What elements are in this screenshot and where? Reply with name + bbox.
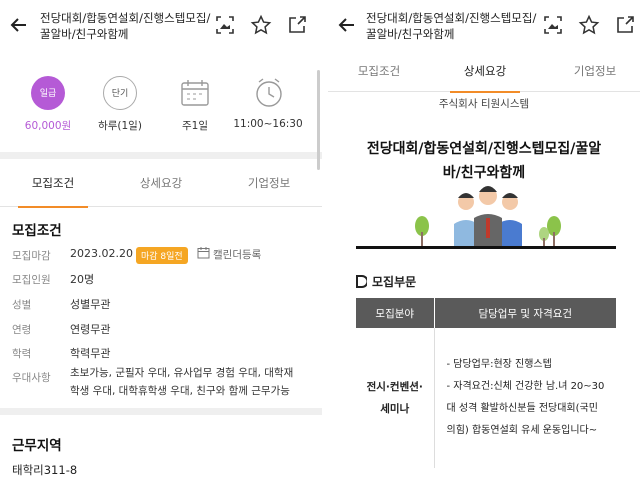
title-line-2: 꿀알바/친구와함께 — [366, 27, 455, 41]
period-badge-label: 단기 — [111, 89, 129, 99]
hours-value: 11:00~16:30 — [233, 118, 303, 130]
preference-line-1: 초보가능, 군필자 우대, 유사업무 경험 우대, 대학재 — [70, 367, 294, 379]
table-cell-field: 전시·컨벤션· 세미나 — [356, 328, 435, 468]
section-marker-icon — [356, 275, 367, 288]
wage-value: 60,000원 — [24, 120, 72, 132]
recruit-table: 모집분야 담당업무 및 자격요건 전시·컨벤션· 세미나 - 담당업무:현장 진… — [356, 298, 616, 468]
back-arrow-icon[interactable] — [8, 14, 30, 36]
section-divider — [0, 408, 322, 415]
share-icon[interactable] — [286, 14, 308, 36]
gender-value: 성별무관 — [70, 298, 111, 311]
staff-illustration — [408, 186, 568, 248]
left-screen: 전당대회/합동연설회/진행스텝모집/ 꿀알바/친구와함께 일급 60,000원 … — [0, 0, 322, 479]
page-title: 전당대회/합동연설회/진행스텝모집/ 꿀알바/친구와함께 — [366, 10, 536, 42]
work-address: 태학리311-8 — [12, 463, 78, 477]
title-line-1: 전당대회/합동연설회/진행스텝모집/ — [366, 11, 537, 25]
preference-value: 초보가능, 군필자 우대, 유사업무 경험 우대, 대학재 학생 우대, 대학휴… — [70, 364, 316, 400]
deadline-value: 2023.02.20 — [70, 247, 133, 260]
days-value: 주1일 — [181, 120, 208, 132]
deadline-badge: 마감 8일전 — [136, 247, 188, 264]
tab-recruit[interactable]: 모집조건 — [10, 159, 96, 208]
recruit-section-title: 모집조건 — [12, 223, 62, 239]
preference-label: 우대사항 — [12, 372, 51, 384]
page-title: 전당대회/합동연설회/진행스텝모집/ 꿀알바/친구와함께 — [40, 10, 210, 42]
company-name: 주식회사 티원시스템 — [438, 98, 530, 110]
education-label: 학력 — [12, 348, 32, 360]
age-value: 연령무관 — [70, 323, 111, 336]
app-header: 전당대회/합동연설회/진행스텝모집/ 꿀알바/친구와함께 — [0, 0, 322, 56]
right-tab-bar: 모집조건 상세요강 기업정보 — [328, 50, 640, 93]
screenshot-icon[interactable] — [542, 14, 564, 36]
education-value: 학력무관 — [70, 347, 111, 360]
section-divider — [0, 152, 322, 159]
headcount-value: 20명 — [70, 273, 95, 286]
app-header: 전당대회/합동연설회/진행스텝모집/ 꿀알바/친구와함께 — [328, 0, 640, 56]
field-line-2: 세미나 — [380, 403, 410, 415]
left-tab-bar: 모집조건 상세요강 기업정보 — [0, 159, 322, 208]
clock-icon — [256, 78, 282, 107]
calendar-register-link[interactable]: 캘린더등록 — [213, 247, 261, 262]
wage-badge-label: 일급 — [39, 89, 57, 99]
right-screen: 전당대회/합동연설회/진행스텝모집/ 꿀알바/친구와함께 모집조건 상세요강 기… — [328, 0, 640, 479]
share-icon[interactable] — [614, 14, 636, 36]
poster-title-line-2: 바/친구와함께 — [442, 165, 526, 181]
calendar-add-icon[interactable] — [197, 246, 210, 259]
summary-period: 단기 하루(1일) — [85, 76, 155, 132]
work-area-title: 근무지역 — [12, 438, 62, 454]
screenshot-icon[interactable] — [214, 14, 236, 36]
section-title: 모집부문 — [372, 275, 417, 289]
summary-wage: 일급 60,000원 — [13, 76, 83, 132]
tab-recruit[interactable]: 모집조건 — [336, 50, 422, 92]
field-line-1: 전시·컨벤션· — [366, 381, 423, 393]
table-header-duties: 담당업무 및 자격요건 — [434, 298, 616, 328]
star-icon[interactable] — [578, 14, 600, 36]
tab-details[interactable]: 상세요강 — [118, 159, 204, 207]
short-term-icon: 단기 — [103, 76, 137, 110]
poster-title-line-1: 전당대회/합동연설회/진행스텝모집/꿀알 — [366, 141, 602, 157]
duty-line: 대 성격 활발하신분들 전당대회(국민 — [446, 403, 598, 414]
tab-company[interactable]: 기업정보 — [226, 159, 312, 207]
age-label: 연령 — [12, 324, 32, 336]
gender-label: 성별 — [12, 299, 32, 311]
tab-details[interactable]: 상세요강 — [442, 50, 528, 93]
duty-line: - 자격요건:신체 건강한 남.녀 20~30 — [446, 381, 605, 392]
title-line-1: 전당대회/합동연설회/진행스텝모집/ — [40, 11, 211, 25]
duty-line: - 담당업무:현장 진행스텝 — [446, 359, 552, 370]
period-value: 하루(1일) — [98, 120, 142, 132]
tab-company[interactable]: 기업정보 — [552, 50, 638, 92]
poster-title: 전당대회/합동연설회/진행스텝모집/꿀알 바/친구와함께 — [348, 137, 620, 185]
summary-hours: 11:00~16:30 — [233, 76, 303, 132]
summary-days: 주1일 — [160, 76, 230, 132]
wage-badge-icon: 일급 — [31, 76, 65, 110]
back-arrow-icon[interactable] — [336, 14, 358, 36]
preference-line-2: 학생 우대, 대학휴학생 우대, 친구와 함께 근무가능 — [70, 385, 290, 397]
duty-line: 의힘) 합동연설회 유세 운동입니다~ — [446, 425, 598, 436]
table-header-row: 모집분야 담당업무 및 자격요건 — [356, 298, 616, 328]
table-cell-duties: - 담당업무:현장 진행스텝 - 자격요건:신체 건강한 남.녀 20~30 대… — [434, 328, 616, 468]
title-line-2: 꿀알바/친구와함께 — [40, 27, 129, 41]
table-row: 전시·컨벤션· 세미나 - 담당업무:현장 진행스텝 - 자격요건:신체 건강한… — [356, 328, 616, 468]
scrollbar[interactable] — [317, 70, 320, 170]
calendar-icon — [181, 80, 209, 106]
table-header-field: 모집분야 — [356, 298, 435, 328]
headcount-label: 모집인원 — [12, 274, 51, 286]
star-icon[interactable] — [250, 14, 272, 36]
deadline-label: 모집마감 — [12, 250, 51, 262]
poster-divider — [356, 246, 616, 249]
